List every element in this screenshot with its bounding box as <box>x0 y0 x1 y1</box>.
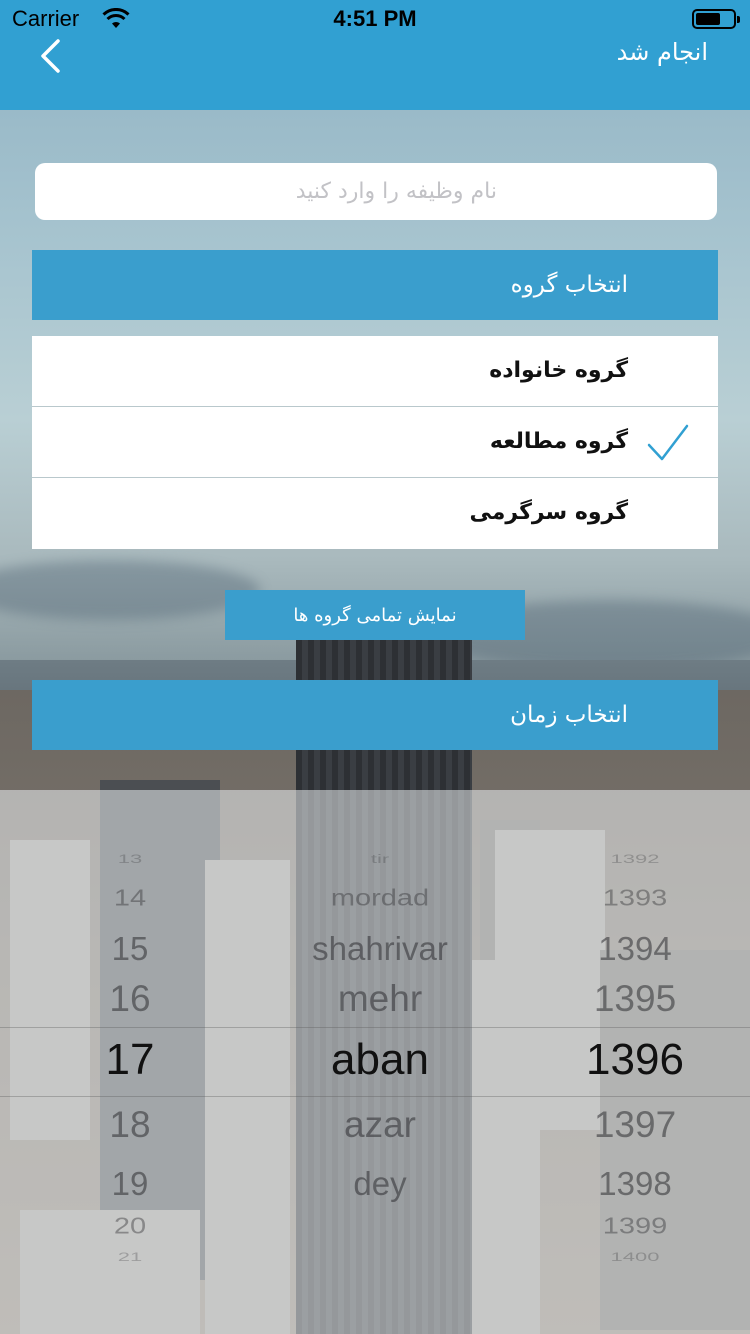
time-section-header: انتخاب زمان <box>32 680 718 750</box>
year-option[interactable]: 1392 <box>540 852 730 866</box>
day-option[interactable]: 19 <box>60 1165 200 1203</box>
year-option[interactable]: 1393 <box>540 885 730 911</box>
checkmark-icon <box>647 424 689 461</box>
show-all-groups-button[interactable]: نمایش تمامی گروه ها <box>225 590 525 640</box>
year-option[interactable]: 1398 <box>540 1165 730 1203</box>
day-option[interactable]: 13 <box>60 852 200 866</box>
month-option[interactable]: mehr <box>260 978 500 1020</box>
group-item-study[interactable]: گروه مطالعه <box>32 407 718 478</box>
task-name-input[interactable] <box>35 163 717 220</box>
group-item-label: گروه سرگرمی <box>469 500 628 525</box>
day-option[interactable]: 20 <box>60 1213 200 1239</box>
year-option[interactable]: 1400 <box>540 1250 730 1264</box>
month-wheel[interactable]: tir mordad shahrivar mehr aban azar dey <box>260 790 500 1334</box>
group-item-family[interactable]: گروه خانواده <box>32 336 718 407</box>
month-option[interactable]: tir <box>260 852 500 866</box>
day-option[interactable]: 14 <box>60 885 200 911</box>
group-item-label: گروه مطالعه <box>489 429 628 454</box>
chevron-left-icon[interactable] <box>36 38 70 74</box>
battery-icon <box>692 9 740 29</box>
group-section-header: انتخاب گروه <box>32 250 718 320</box>
group-item-hobby[interactable]: گروه سرگرمی <box>32 478 718 549</box>
month-option[interactable]: shahrivar <box>260 930 500 968</box>
month-option-selected[interactable]: aban <box>260 1035 500 1085</box>
month-option[interactable]: azar <box>260 1104 500 1146</box>
year-wheel[interactable]: 1392 1393 1394 1395 1396 1397 1398 1399 1400 <box>540 790 730 1334</box>
year-option[interactable]: 1399 <box>540 1213 730 1239</box>
day-option[interactable]: 15 <box>60 930 200 968</box>
day-wheel[interactable]: 13 14 15 16 17 18 19 20 21 <box>60 790 200 1334</box>
day-option[interactable]: 18 <box>60 1104 200 1146</box>
status-time: 4:51 PM <box>333 6 417 31</box>
day-option[interactable]: 21 <box>60 1250 200 1264</box>
status-bar: Carrier 4:51 PM <box>0 0 750 40</box>
day-option[interactable]: 16 <box>60 978 200 1020</box>
year-option-selected[interactable]: 1396 <box>540 1035 730 1085</box>
done-button[interactable]: انجام شد <box>617 38 708 66</box>
day-option-selected[interactable]: 17 <box>60 1035 200 1085</box>
year-option[interactable]: 1394 <box>540 930 730 968</box>
group-list: گروه خانواده گروه مطالعه گروه سرگرمی <box>32 336 718 549</box>
date-picker[interactable]: 13 14 15 16 17 18 19 20 21 tir mordad shahrivar meh… <box>0 790 750 1334</box>
month-option[interactable]: dey <box>260 1165 500 1203</box>
group-item-label: گروه خانواده <box>489 358 628 383</box>
month-option[interactable]: mordad <box>260 885 500 911</box>
navigation-bar: Carrier 4:51 PM انجام شد <box>0 0 750 110</box>
year-option[interactable]: 1395 <box>540 978 730 1020</box>
year-option[interactable]: 1397 <box>540 1104 730 1146</box>
